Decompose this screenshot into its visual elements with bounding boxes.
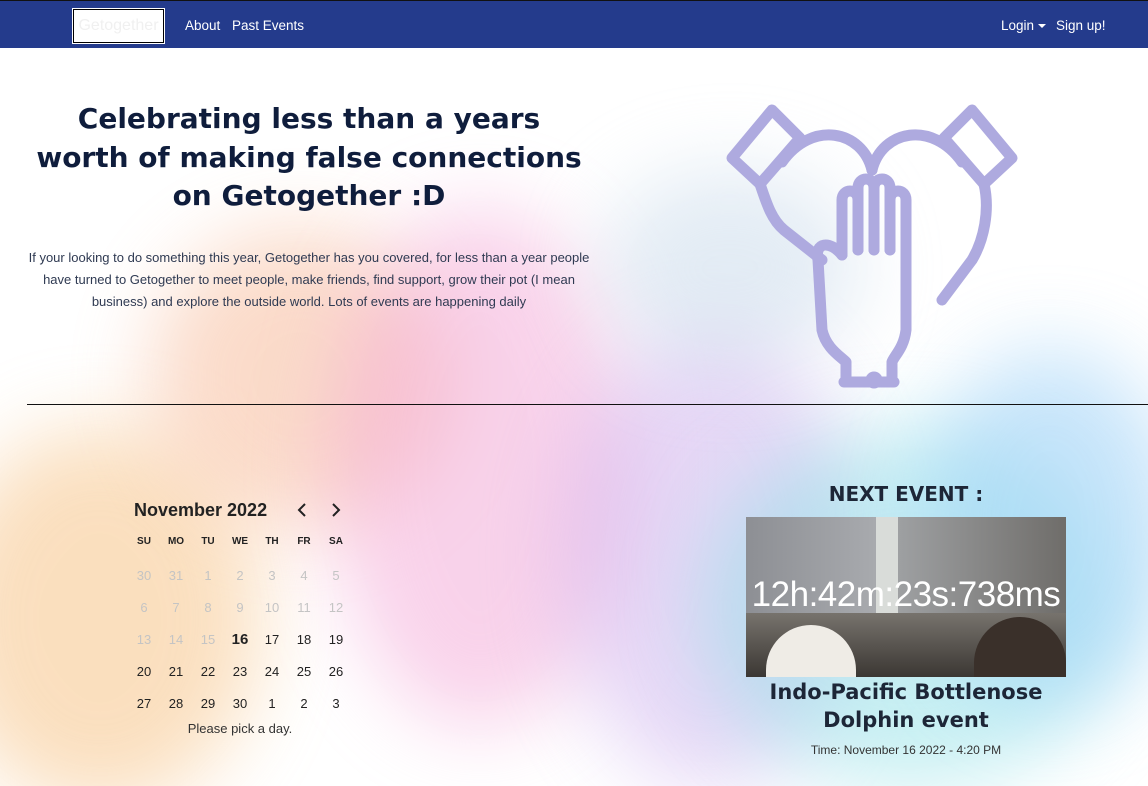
calendar-day[interactable]: 16: [224, 624, 256, 656]
calendar-day: 14: [168, 632, 184, 647]
section-divider: [27, 404, 1148, 405]
calendar-day[interactable]: 26: [320, 656, 352, 688]
calendar-day: 5: [332, 568, 340, 583]
calendar-day: 30: [136, 568, 152, 583]
calendar-day[interactable]: 17: [256, 624, 288, 656]
calendar-day[interactable]: 19: [320, 624, 352, 656]
event-time: Time: November 16 2022 - 4:20 PM: [810, 743, 1002, 757]
calendar-day[interactable]: 24: [256, 656, 288, 688]
calendar-day[interactable]: 1: [256, 688, 288, 720]
brand-logo-link[interactable]: Getogether: [72, 8, 165, 44]
weekday-label: FR: [297, 536, 311, 547]
calendar-day-grid: 30 31 1 2 3 4 5 6 7 8 9 10 11 12 13 14 15 16 17 18 19 20 21 22 2…: [128, 560, 352, 720]
weekday-label: WE: [231, 536, 249, 547]
event-image[interactable]: 12h:42m:23s:738ms: [746, 517, 1066, 677]
calendar-day[interactable]: 20: [128, 656, 160, 688]
calendar-day: 8: [204, 600, 212, 615]
nav-link-past-events[interactable]: Past Events: [232, 18, 304, 33]
calendar-day: 13: [136, 632, 152, 647]
calendar-month-label: November 2022: [134, 500, 268, 520]
hands-together-icon: [722, 100, 1022, 392]
calendar-day[interactable]: 25: [288, 656, 320, 688]
countdown-timer: 12h:42m:23s:738ms: [751, 575, 1061, 614]
nav-link-sign-up[interactable]: Sign up!: [1056, 18, 1106, 33]
navbar: Getogether About Past Events Login Sign …: [0, 0, 1148, 48]
calendar-day[interactable]: 29: [192, 688, 224, 720]
chevron-left-icon[interactable]: [294, 502, 310, 518]
event-title[interactable]: Indo-Pacific Bottlenose Dolphin event: [746, 678, 1066, 734]
calendar-day: 9: [236, 600, 244, 615]
calendar-footer: Please pick a day.: [187, 721, 293, 736]
caret-down-icon: [1038, 24, 1047, 29]
calendar-day: 31: [168, 568, 184, 583]
calendar-day[interactable]: 27: [128, 688, 160, 720]
calendar-day[interactable]: 28: [160, 688, 192, 720]
weekday-label: TU: [201, 536, 215, 547]
calendar-day: 7: [172, 600, 180, 615]
calendar-day[interactable]: 18: [288, 624, 320, 656]
calendar-day: 1: [204, 568, 212, 583]
calendar-day: 6: [140, 600, 148, 615]
calendar-day: 15: [200, 632, 216, 647]
next-event-heading: NEXT EVENT :: [828, 482, 984, 506]
calendar-day: 4: [300, 568, 308, 583]
calendar-weekday-header: SU MO TU WE TH FR SA: [128, 536, 352, 547]
chevron-right-icon[interactable]: [328, 502, 344, 518]
weekday-label: MO: [167, 536, 185, 547]
calendar-day: 3: [268, 568, 276, 583]
calendar-day[interactable]: 2: [288, 688, 320, 720]
calendar-day[interactable]: 30: [224, 688, 256, 720]
weekday-label: TH: [265, 536, 279, 547]
login-dropdown[interactable]: Login: [1001, 18, 1047, 33]
login-label: Login: [1001, 18, 1035, 33]
nav-link-about[interactable]: About: [185, 18, 220, 33]
calendar-day[interactable]: 23: [224, 656, 256, 688]
calendar-day: 11: [297, 600, 311, 615]
calendar-day[interactable]: 22: [192, 656, 224, 688]
calendar-day[interactable]: 21: [160, 656, 192, 688]
hero-description: If your looking to do something this yea…: [28, 250, 590, 309]
hero-title: Celebrating less than a years worth of m…: [36, 102, 582, 212]
calendar-day: 2: [236, 568, 244, 583]
calendar-day: 12: [328, 600, 344, 615]
calendar-day: 10: [264, 600, 280, 615]
weekday-label: SA: [329, 536, 343, 547]
calendar-day[interactable]: 3: [320, 688, 352, 720]
weekday-label: SU: [137, 536, 151, 547]
